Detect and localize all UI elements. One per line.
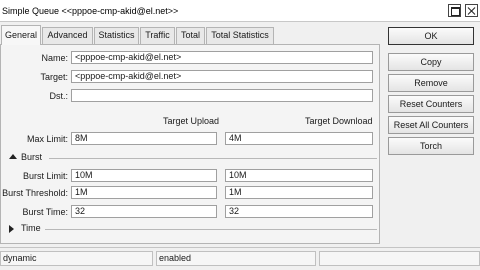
maximize-icon[interactable]	[448, 4, 461, 17]
reset-all-counters-button[interactable]: Reset All Counters	[388, 116, 474, 134]
tab-advanced[interactable]: Advanced	[42, 27, 93, 44]
burst-limit-download-field[interactable]: 10M	[225, 169, 373, 182]
status-bar: dynamic enabled	[0, 247, 480, 270]
tab-general[interactable]: General	[1, 25, 41, 45]
general-panel: Name: <pppoe-cmp-akid@el.net> Target: <p…	[0, 44, 380, 244]
status-extra	[319, 251, 480, 266]
burst-limit-label: Burst Limit:	[22, 171, 68, 181]
tab-traffic[interactable]: Traffic	[140, 27, 175, 44]
burst-section-header[interactable]: Burst	[9, 152, 377, 164]
burst-section-title: Burst	[21, 152, 43, 162]
burst-time-download-field[interactable]: 32	[225, 205, 373, 218]
torch-button[interactable]: Torch	[388, 137, 474, 155]
tab-statistics[interactable]: Statistics	[94, 27, 139, 44]
name-label: Name:	[41, 53, 68, 63]
max-limit-download-field[interactable]: 4M	[225, 132, 373, 145]
download-column-header: Target Download	[305, 116, 373, 126]
burst-time-label: Burst Time:	[22, 207, 68, 217]
dst-field[interactable]	[71, 89, 373, 102]
status-dynamic: dynamic	[0, 251, 153, 266]
expand-triangle-icon	[9, 225, 14, 233]
max-limit-upload-field[interactable]: 8M	[71, 132, 217, 145]
remove-button[interactable]: Remove	[388, 74, 474, 92]
upload-column-header: Target Upload	[163, 116, 220, 126]
copy-button[interactable]: Copy	[388, 53, 474, 71]
time-section-title: Time	[21, 223, 41, 233]
time-section-header[interactable]: Time	[9, 223, 377, 235]
status-enabled: enabled	[156, 251, 316, 266]
time-divider	[45, 229, 377, 230]
burst-threshold-label: Burst Threshold:	[2, 188, 68, 198]
burst-limit-upload-field[interactable]: 10M	[71, 169, 217, 182]
name-field[interactable]: <pppoe-cmp-akid@el.net>	[71, 51, 373, 64]
close-icon[interactable]	[465, 4, 478, 17]
ok-button[interactable]: OK	[388, 27, 474, 45]
dst-label: Dst.:	[49, 91, 68, 101]
burst-threshold-upload-field[interactable]: 1M	[71, 186, 217, 199]
max-limit-label: Max Limit:	[26, 134, 68, 144]
collapse-triangle-icon	[9, 154, 17, 159]
window-title: Simple Queue <<pppoe-cmp-akid@el.net>>	[2, 6, 179, 16]
target-field[interactable]: <pppoe-cmp-akid@el.net>	[71, 70, 373, 83]
title-bar: Simple Queue <<pppoe-cmp-akid@el.net>>	[0, 0, 480, 22]
burst-divider	[49, 158, 377, 159]
reset-counters-button[interactable]: Reset Counters	[388, 95, 474, 113]
target-label: Target:	[40, 72, 68, 82]
burst-time-upload-field[interactable]: 32	[71, 205, 217, 218]
tab-total[interactable]: Total	[176, 27, 205, 44]
tab-total-statistics[interactable]: Total Statistics	[206, 27, 274, 44]
burst-threshold-download-field[interactable]: 1M	[225, 186, 373, 199]
